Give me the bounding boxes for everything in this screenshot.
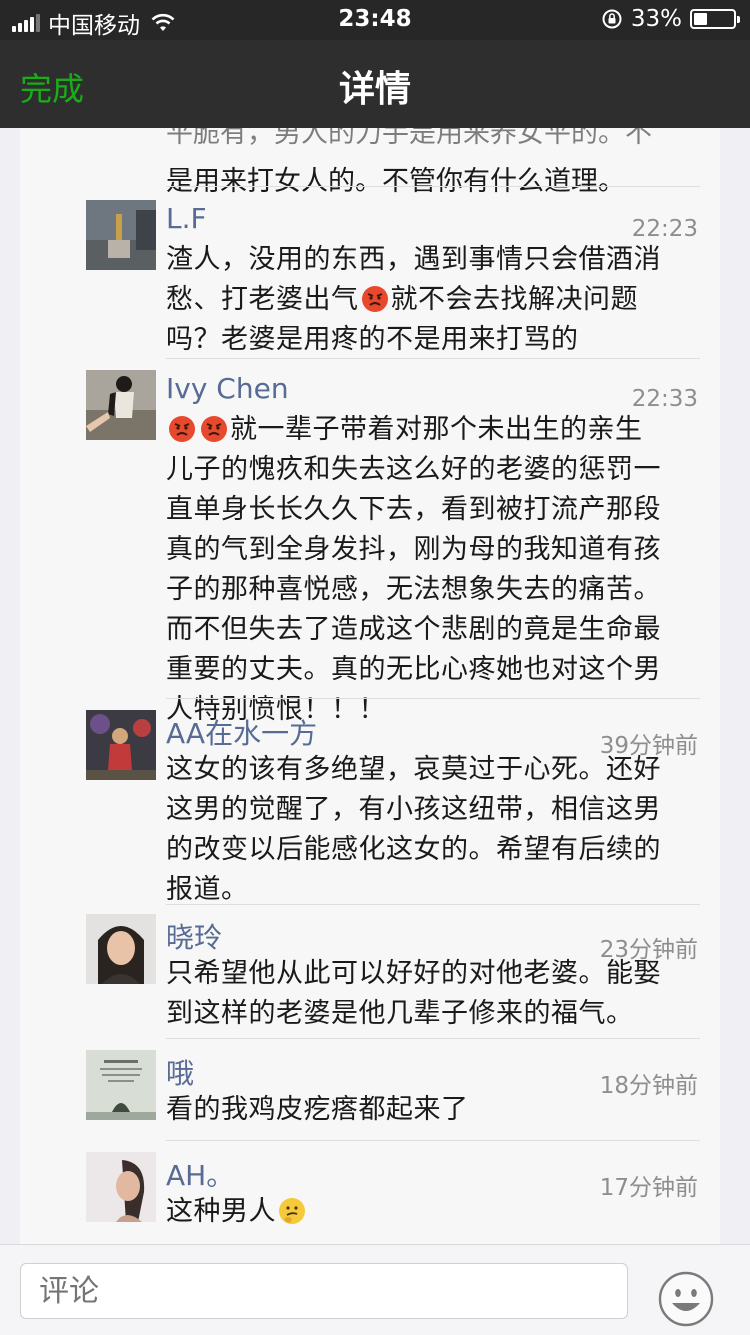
comment-line-part: 就不会去找解决问题 [390,284,638,315]
previous-comment-tail: 平脆有，男人的力手是用来养女平的。不 是用来打女人的。不管你有什么道理。 [166,128,652,206]
divider [166,698,700,699]
comment-line: 吗？老婆是用疼的不是用来打骂的 [166,324,579,355]
angry-face-icon [169,416,195,442]
comment-input[interactable] [20,1263,628,1319]
comment-line: 只希望他从此可以好好的对他老婆。能娶 [166,958,661,989]
comment-text: 只希望他从此可以好好的对他老婆。能娶 到这样的老婆是他几辈子修来的福气。 [166,954,686,1034]
comment-author[interactable]: 哦 [166,1052,194,1092]
comment-time: 22:23 [631,216,698,242]
comment-line: 愁、打老婆出气 就不会去找解决问题 [166,280,686,320]
avatar[interactable] [86,200,156,270]
comment-author[interactable]: Ivy Chen [166,372,289,405]
comment-list[interactable]: 平脆有，男人的力手是用来养女平的。不 是用来打女人的。不管你有什么道理。 L.F… [0,128,750,1244]
emoji-smiley-icon[interactable] [658,1271,714,1327]
rotation-lock-icon [602,9,622,29]
comment-text: 这女的该有多绝望，哀莫过于心死。还好 这男的觉醒了，有小孩这纽带，相信这男 的改… [166,750,686,910]
avatar[interactable] [86,710,156,780]
angry-face-icon [201,416,227,442]
comment-line: 这种男人 [166,1192,686,1232]
comment-line: 这女的该有多绝望，哀莫过于心死。还好 [166,754,661,785]
comment-line: 渣人，没用的东西，遇到事情只会借酒消 [166,244,661,275]
comment-line: 就一辈子带着对那个未出生的亲生 [166,410,686,450]
page-title: 详情 [338,69,411,110]
comment-text: 就一辈子带着对那个未出生的亲生 儿子的愧疚和失去这么好的老婆的惩罚一 直单身长长… [166,410,686,730]
avatar[interactable] [86,1152,156,1222]
comment-line: 子的那种喜悦感，无法想象失去的痛苦。 [166,574,661,605]
battery-icon [690,9,740,29]
comment-text: 这种男人 [166,1192,686,1232]
comment-line: 这男的觉醒了，有小孩这纽带，相信这男 [166,794,661,825]
comment-line-part: 就一辈子带着对那个未出生的亲生 [230,414,643,445]
comment-line: 看的我鸡皮疙瘩都起来了 [166,1094,469,1125]
previous-comment-line-1: 平脆有，男人的力手是用来养女平的。不 [166,128,652,149]
previous-comment-line-2: 是用来打女人的。不管你有什么道理。 [166,166,625,197]
comment-time: 22:33 [631,386,698,412]
divider [166,358,700,359]
comment-line: 到这样的老婆是他几辈子修来的福气。 [166,998,634,1029]
comment-line-part: 这种男人 [166,1196,276,1227]
comment-author[interactable]: L.F [166,202,207,235]
avatar[interactable] [86,370,156,440]
comment-author[interactable]: AA在水一方 [166,712,317,752]
comment-line: 的改变以后能感化这女的。希望有后续的 [166,834,661,865]
avatar[interactable] [86,1050,156,1120]
comment-line: 儿子的愧疚和失去这么好的老婆的惩罚一 [166,454,661,485]
avatar[interactable] [86,914,156,984]
battery-fill [694,13,707,25]
nav-bar: 完成 详情 [0,40,750,128]
comment-line: 而不但失去了造成这个悲剧的竟是生命最 [166,614,661,645]
comment-line: 直单身长长久久下去，看到被打流产那段 [166,494,661,525]
comment-author[interactable]: 晓玲 [166,916,222,956]
comment-line: 真的气到全身发抖，刚为母的我知道有孩 [166,534,661,565]
comment-line: 重要的丈夫。真的无比心疼她也对这个男 [166,654,661,685]
battery-percent: 33% [630,6,682,32]
comment-bar [0,1244,750,1335]
divider [166,186,700,187]
thinking-face-icon [279,1198,305,1224]
comment-text: 渣人，没用的东西，遇到事情只会借酒消 愁、打老婆出气 就不会去找解决问题 吗？老婆… [166,240,686,360]
divider [166,904,700,905]
comment-author[interactable]: AH。 [166,1154,234,1194]
comment-line-part: 愁、打老婆出气 [166,284,359,315]
comment-text: 看的我鸡皮疙瘩都起来了 [166,1090,686,1130]
status-right: 33% [601,6,740,32]
status-bar: 中国移动 23:48 33% [0,0,750,40]
angry-face-icon [361,286,388,312]
comments-panel: 平脆有，男人的力手是用来养女平的。不 是用来打女人的。不管你有什么道理。 L.F… [20,128,720,1244]
divider [166,1038,700,1039]
divider [166,1140,700,1141]
